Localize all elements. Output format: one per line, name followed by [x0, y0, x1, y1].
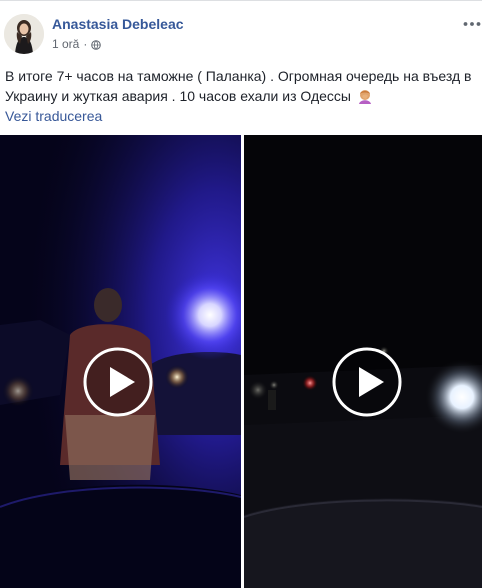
video-thumbnail-left[interactable]	[0, 135, 241, 588]
play-icon	[332, 347, 402, 417]
post-timestamp[interactable]: 1 oră ·	[52, 37, 102, 51]
avatar[interactable]	[4, 14, 44, 54]
post-text-line-2: Украину и жуткая авария . 10 часов ехали…	[5, 86, 479, 106]
person-facepalming-emoji	[357, 88, 373, 104]
play-button[interactable]	[83, 347, 153, 417]
see-translation-link[interactable]: Vezi traducerea	[5, 108, 102, 124]
more-options-button[interactable]	[462, 11, 482, 31]
video-thumbnail-right[interactable]	[244, 135, 482, 588]
post-text: В итоге 7+ часов на таможне ( Паланка) .…	[5, 66, 479, 106]
play-button[interactable]	[332, 347, 402, 417]
timestamp-separator: ·	[83, 37, 88, 51]
post-text-line: В итоге 7+ часов на таможне ( Паланка) .…	[5, 68, 472, 84]
author-name[interactable]: Anastasia Debeleac	[52, 16, 184, 32]
ellipsis-icon	[463, 22, 481, 26]
globe-icon	[91, 39, 102, 50]
play-icon	[83, 347, 153, 417]
post-text-line: Украину и жуткая авария . 10 часов ехали…	[5, 88, 351, 104]
timestamp-text: 1 oră	[52, 37, 80, 51]
